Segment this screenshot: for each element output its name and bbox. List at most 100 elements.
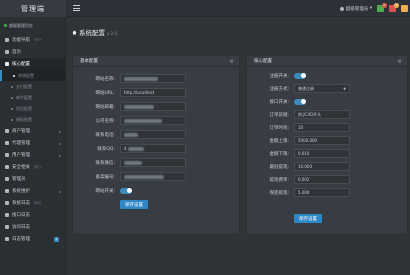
redacted-value — [127, 146, 144, 151]
sidebar-item-home[interactable]: 首页 — [0, 46, 65, 58]
register-switch-toggle[interactable] — [294, 72, 306, 79]
sidebar-section-tag: 调试 — [34, 200, 41, 205]
home-icon — [5, 50, 9, 54]
sidebar-item-log-management[interactable]: 日志管理 1 — [0, 233, 65, 245]
field-label: 联系QQ: — [97, 146, 115, 152]
sidebar-section-label: 系统日志 — [12, 201, 30, 206]
gear-icon[interactable]: ⚙ — [398, 59, 402, 65]
user-icon[interactable] — [401, 5, 408, 12]
form-row: 提现费率: 0.002 — [247, 174, 350, 185]
page-title-text: 系统配置 — [79, 29, 105, 37]
sidebar-item-sms-config[interactable]: 短信配置 — [0, 103, 65, 114]
message-icon[interactable]: 4 — [389, 3, 399, 12]
form-row: 网站开关: — [73, 185, 132, 196]
top-right-area: 超级管理员 ▾ 2 4 — [340, 0, 408, 17]
sidebar-item-label: 接口日志 — [12, 213, 30, 218]
site-switch-toggle[interactable] — [120, 187, 132, 194]
sidebar-item-label: 支付配置 — [16, 83, 32, 89]
field-label: 订单前缀: — [269, 112, 289, 118]
company-name-input[interactable] — [120, 116, 186, 125]
redacted-value — [124, 104, 154, 109]
chevron-right-icon: ▸ — [58, 140, 61, 146]
form-row: 注册方式: 普通注册 ▼ — [247, 83, 350, 94]
bell-icon[interactable]: 2 — [377, 3, 387, 12]
user-shield-icon — [5, 177, 9, 181]
form-row: 备案编号: — [73, 171, 186, 182]
chevron-right-icon: ▸ — [58, 128, 61, 134]
sidebar-section-logs[interactable]: 系统日志 调试 — [0, 197, 65, 209]
bullet-icon — [11, 96, 13, 99]
amount-max-input[interactable]: 5000.000 — [294, 136, 350, 145]
qq-input[interactable]: 4 — [120, 144, 186, 153]
wechat-input[interactable] — [120, 158, 186, 167]
sidebar-item-merchants[interactable]: 商户管理 ▸ — [0, 125, 65, 137]
order-timeout-input[interactable]: 10 — [294, 123, 350, 132]
guaranteed-withdraw-input[interactable]: 5.000 — [294, 188, 350, 197]
users-icon — [5, 141, 9, 145]
icp-number-input[interactable] — [120, 172, 186, 181]
site-name-input[interactable] — [120, 74, 186, 83]
form-row: 公司名称: — [73, 115, 186, 126]
notification-badge: 2 — [382, 3, 387, 8]
sidebar-item-label: 首页 — [12, 50, 21, 55]
sidebar-item-api-logs[interactable]: 接口日志 — [0, 209, 65, 221]
redacted-value — [124, 160, 142, 165]
field-label: 订单时效: — [269, 125, 289, 131]
sidebar-section-tag: HOT — [34, 38, 42, 42]
form-row: 订单时效: 10 — [247, 122, 350, 133]
save-core-button[interactable]: 保存设置 — [294, 214, 322, 223]
main-content: 系统配置 v 2.0 基本配置 ⚙ 网站名称: 网站URL: http://lo… — [67, 17, 410, 275]
panel-header: 基本配置 ⚙ — [73, 56, 239, 67]
plug-icon — [5, 213, 9, 217]
admin-avatar-icon — [340, 6, 345, 11]
redacted-value — [124, 76, 158, 81]
sidebar-section-security[interactable]: 安全相关 核心 — [0, 161, 65, 173]
chevron-right-icon: ▸ — [58, 188, 61, 194]
compass-icon — [5, 38, 9, 42]
sidebar-item-label: 商户管理 — [12, 129, 30, 134]
list-icon — [5, 237, 9, 241]
admin-menu[interactable]: 超级管理员 ▾ — [340, 6, 372, 12]
sidebar-item-users[interactable]: 用户管理 ▸ — [0, 149, 65, 161]
form-row: 保底提现: 5.000 — [247, 187, 350, 198]
sidebar-item-label: 邮件配置 — [16, 94, 32, 100]
min-withdraw-input[interactable]: 10.000 — [294, 162, 350, 171]
gear-icon[interactable]: ⚙ — [230, 59, 234, 65]
sidebar-item-template-config[interactable]: 模板配置 — [0, 114, 65, 125]
sidebar-item-maintenance[interactable]: 系统维护 ▸ — [0, 185, 65, 197]
phone-input[interactable] — [120, 130, 186, 139]
shield-icon — [5, 165, 9, 169]
api-switch-toggle[interactable] — [294, 98, 306, 105]
form-row: 注册开关: — [247, 70, 306, 81]
sidebar-item-system-config[interactable]: 系统配置 — [0, 70, 65, 81]
bullet-icon — [13, 74, 15, 77]
sidebar-item-label: 系统维护 — [12, 189, 30, 194]
field-label: 注册方式: — [269, 86, 289, 92]
sidebar-item-agents[interactable]: 代理管理 ▸ — [0, 137, 65, 149]
wrench-icon — [5, 189, 9, 193]
site-url-input[interactable]: http://localhost — [120, 88, 186, 97]
sidebar-item-admins[interactable]: 管理员 — [0, 173, 65, 185]
save-basic-button[interactable]: 保存设置 — [120, 200, 148, 209]
sidebar-item-payment-config[interactable]: 支付配置 — [0, 81, 65, 92]
withdraw-rate-input[interactable]: 0.002 — [294, 175, 350, 184]
menu-toggle-icon[interactable] — [73, 5, 80, 11]
field-label: 金额上限: — [269, 138, 289, 144]
sidebar-item-mail-config[interactable]: 邮件配置 — [0, 92, 65, 103]
sidebar-item-label: 代理管理 — [12, 141, 30, 146]
input-value: 4 — [124, 146, 127, 151]
bullet-icon — [11, 85, 13, 88]
amount-min-input[interactable]: 0.010 — [294, 149, 350, 158]
sidebar-item-core-config[interactable]: 核心配置 — [0, 58, 65, 70]
register-mode-select[interactable]: 普通注册 ▼ — [294, 84, 350, 93]
sidebar-item-label: 日志管理 — [12, 237, 30, 242]
sidebar-item-access-logs[interactable]: 访问日志 — [0, 221, 65, 233]
site-email-input[interactable] — [120, 102, 186, 111]
store-icon — [5, 129, 9, 133]
form-row: 金额下限: 0.010 — [247, 148, 350, 159]
panel-title: 核心配置 — [254, 59, 272, 64]
sidebar-section-nav[interactable]: 功能导航 HOT — [0, 34, 65, 46]
field-label: 网站名称: — [95, 76, 115, 82]
order-prefix-input[interactable]: 例:JCXD开头 — [294, 110, 350, 119]
panel-title: 基本配置 — [80, 59, 98, 64]
